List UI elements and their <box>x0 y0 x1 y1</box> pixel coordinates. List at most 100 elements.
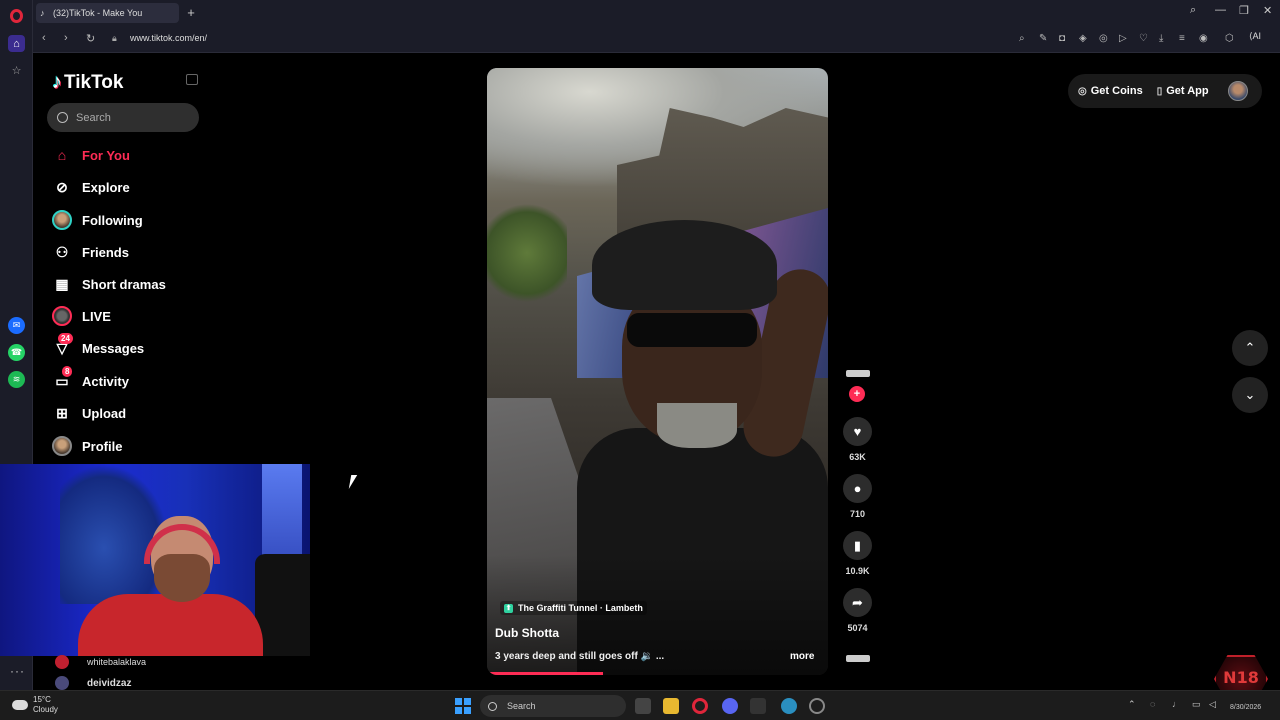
tray-app-icon[interactable]: ◌ <box>1150 699 1155 709</box>
more-icon[interactable]: ··· <box>10 664 25 678</box>
minimize-button[interactable]: — <box>1215 4 1226 16</box>
taskbar-search-label: Search <box>507 701 536 711</box>
whatsapp-icon[interactable]: ☎ <box>8 344 25 361</box>
task-view-icon[interactable] <box>635 698 651 714</box>
camera-icon[interactable]: ◘ <box>1059 33 1065 44</box>
temperature: 15°C <box>33 695 51 704</box>
search-page-icon[interactable]: ⌕ <box>1019 33 1025 44</box>
microphone-icon[interactable]: ♩ <box>1172 699 1181 709</box>
nav-messages[interactable]: ▽ 24 Messages <box>52 333 144 360</box>
chevron-up-icon: ⌃ <box>1244 340 1256 355</box>
search-icon <box>488 701 497 711</box>
video-author[interactable]: Dub Shotta <box>495 626 559 640</box>
app-icon[interactable] <box>750 698 766 714</box>
messenger-icon[interactable]: ✉ <box>8 317 25 334</box>
tray-chevron-icon[interactable]: ⌃ <box>1128 699 1136 710</box>
collapse-sidebar-icon[interactable] <box>186 74 198 85</box>
nav-label: Friends <box>82 244 129 260</box>
nav-label: Activity <box>82 373 129 389</box>
bookmark-icon[interactable]: ▮ <box>843 531 872 560</box>
more-button[interactable]: more <box>790 651 814 662</box>
comment-count: 710 <box>849 509 866 519</box>
chat-avatar <box>55 655 69 669</box>
download-icon[interactable]: ⤓ <box>1159 33 1163 44</box>
tab-tiktok[interactable]: ♪ (32)TikTok - Make You <box>36 3 179 23</box>
save-action[interactable]: ▮ 10.9K <box>843 531 872 576</box>
opera-taskbar-icon[interactable] <box>692 698 708 714</box>
next-video-button[interactable]: ⌄ <box>1232 377 1268 413</box>
close-window-button[interactable]: ✕ <box>1263 4 1272 17</box>
share-icon[interactable]: ➦ <box>843 588 872 617</box>
opera-logo[interactable] <box>10 9 23 23</box>
heart-icon[interactable]: ♥ <box>843 417 872 446</box>
activity-icon: ▭ 8 <box>52 366 73 391</box>
previous-video-button[interactable]: ⌃ <box>1232 330 1268 366</box>
creator-avatar[interactable] <box>846 370 870 377</box>
url-field[interactable]: www.tiktok.com/en/ <box>130 33 207 43</box>
nav-label: Upload <box>82 405 127 421</box>
video-player[interactable]: ⬆ The Graffiti Tunnel · Lambeth Dub Shot… <box>487 68 828 675</box>
new-tab-button[interactable]: + <box>183 5 199 21</box>
heart-icon[interactable]: ♡ <box>1139 33 1148 44</box>
shield-icon[interactable]: ◈ <box>1079 33 1087 44</box>
star-icon[interactable]: ☆ <box>8 62 25 79</box>
play-icon[interactable]: ▷ <box>1119 33 1127 44</box>
music-disc[interactable] <box>846 655 870 662</box>
maximize-button[interactable]: ❐ <box>1239 4 1249 17</box>
windows-start-icon[interactable] <box>455 698 471 714</box>
back-icon[interactable]: ‹ <box>42 32 46 44</box>
profile-icon[interactable]: ◉ <box>1199 33 1208 44</box>
vpn-icon[interactable]: ◎ <box>1099 33 1108 44</box>
edit-icon[interactable]: ✎ <box>1039 33 1047 44</box>
share-action[interactable]: ➦ 5074 <box>843 588 872 633</box>
get-app-button[interactable]: ▯ Get App <box>1157 85 1209 97</box>
discord-icon[interactable] <box>722 698 738 714</box>
location-label: The Graffiti Tunnel · Lambeth <box>518 603 643 613</box>
nav-activity[interactable]: ▭ 8 Activity <box>52 366 129 393</box>
lock-icon: 🔒︎ <box>112 33 117 43</box>
nav-upload[interactable]: ⊞ Upload <box>52 401 126 425</box>
volume-icon[interactable]: ◁ <box>1209 699 1216 710</box>
get-app-label: Get App <box>1166 85 1209 97</box>
ai-button[interactable]: ⟨AI <box>1249 31 1261 42</box>
display-icon[interactable]: ▭ <box>1192 699 1201 710</box>
home-icon[interactable]: ⌂ <box>8 35 25 52</box>
search-input[interactable] <box>76 111 186 124</box>
tiktok-logo[interactable]: ♪ TikTok <box>52 71 123 94</box>
taskbar-date[interactable]: 8/30/2026 <box>1230 704 1261 711</box>
like-action[interactable]: ♥ 63K <box>843 417 872 462</box>
nav-for-you[interactable]: ⌂ For You <box>52 143 130 167</box>
cloud-icon <box>12 700 28 710</box>
nav-profile[interactable]: Profile <box>52 434 122 458</box>
upload-icon: ⊞ <box>56 404 68 421</box>
menu-icon[interactable]: ≡ <box>1179 33 1185 44</box>
location-tag[interactable]: ⬆ The Graffiti Tunnel · Lambeth <box>500 601 647 615</box>
forward-icon[interactable]: › <box>64 32 68 44</box>
windows-taskbar: 15°C Cloudy Search ⌃ ◌ ♩ ▭ ◁ 8/30/2026 <box>0 690 1280 720</box>
nav-label: Explore <box>82 179 130 195</box>
steam-icon[interactable] <box>809 698 825 714</box>
comment-icon[interactable]: ● <box>843 474 872 503</box>
video-progress-bar[interactable] <box>487 672 603 675</box>
weather-widget[interactable]: 15°C Cloudy <box>12 695 58 715</box>
follow-button[interactable]: + <box>849 386 865 402</box>
get-coins-button[interactable]: ◎ Get Coins <box>1078 85 1143 97</box>
nav-friends[interactable]: ⚇ Friends <box>52 240 129 264</box>
nav-label: For You <box>82 147 130 163</box>
search-tabs-icon[interactable]: ⌕ <box>1190 4 1196 17</box>
file-explorer-icon[interactable] <box>663 698 679 714</box>
comment-action[interactable]: ● 710 <box>843 474 872 519</box>
nav-explore[interactable]: ⊘ Explore <box>52 175 130 199</box>
nav-short-dramas[interactable]: ▦ Short dramas <box>52 272 165 296</box>
telegram-icon[interactable] <box>781 698 797 714</box>
spotify-icon[interactable]: ≋ <box>8 371 25 388</box>
nav-label: Following <box>82 212 143 228</box>
reload-icon[interactable]: ↻ <box>86 32 95 45</box>
search-box[interactable] <box>47 103 199 132</box>
extensions-icon[interactable]: ⬡ <box>1225 33 1234 44</box>
user-avatar[interactable] <box>1228 81 1248 101</box>
messages-icon: ▽ 24 <box>52 333 73 358</box>
nav-live[interactable]: LIVE <box>52 304 111 328</box>
nav-following[interactable]: Following <box>52 208 143 232</box>
taskbar-search[interactable]: Search <box>480 695 626 717</box>
